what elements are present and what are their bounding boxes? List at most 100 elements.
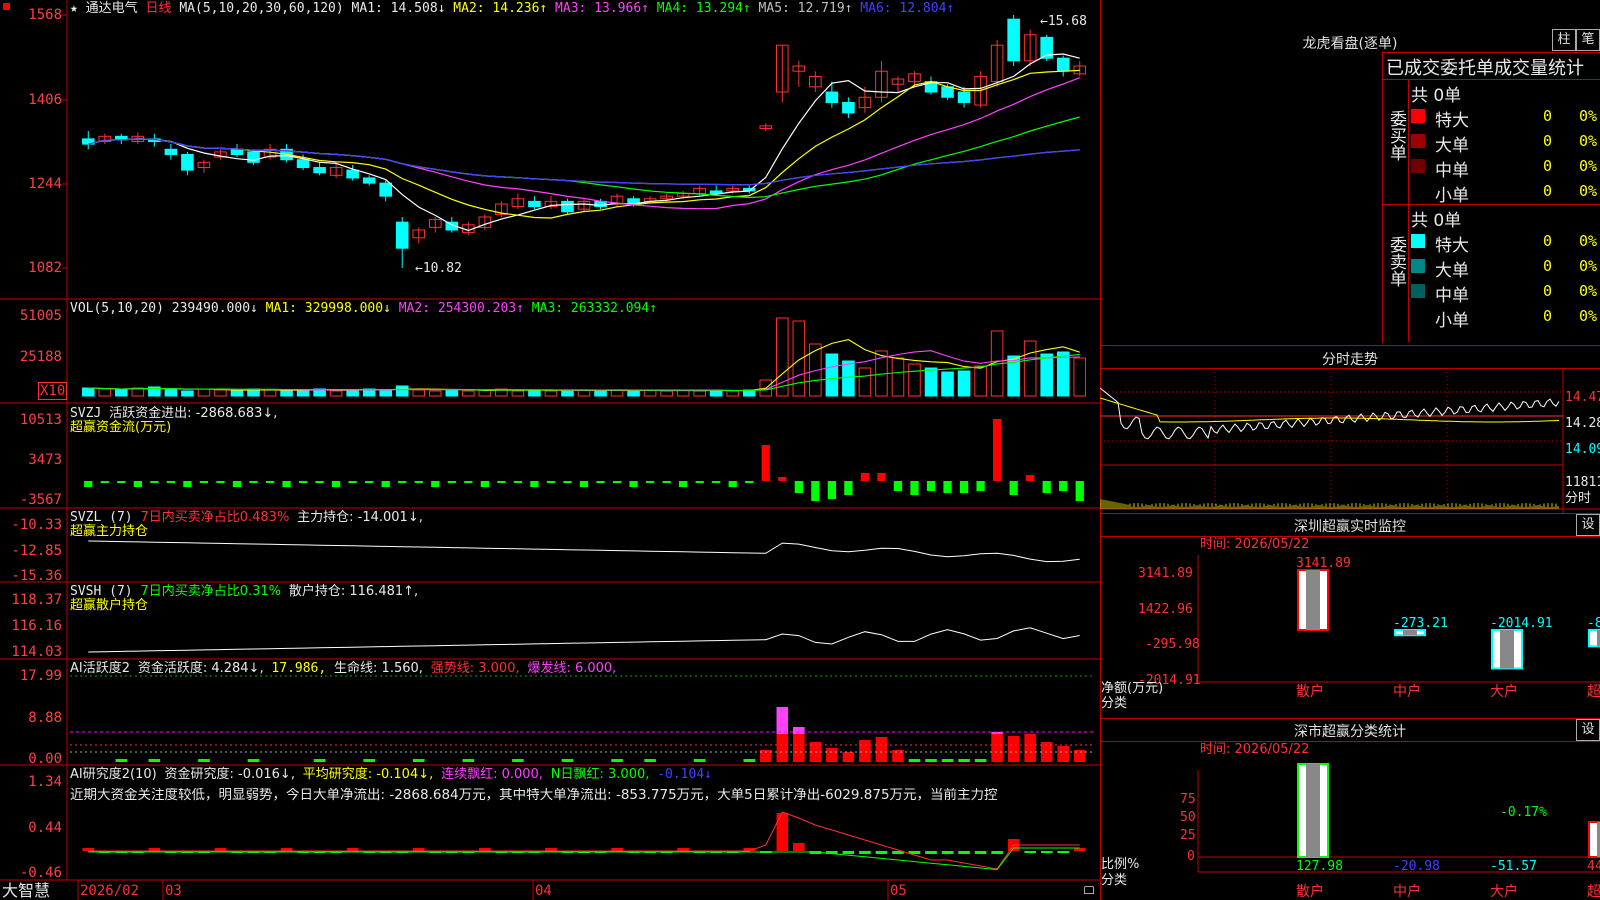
svzj-bar <box>612 481 622 483</box>
ai-green-bar <box>148 759 161 762</box>
volume-bar <box>81 387 95 397</box>
color-swatch <box>1411 284 1425 298</box>
ai-red-bar <box>892 750 904 762</box>
row-value: 0 <box>1543 307 1553 325</box>
sz-axis-3: -295.98 <box>1145 637 1200 652</box>
svzj-bar <box>877 473 886 481</box>
intraday-axis-5: 分时 <box>1565 491 1592 506</box>
research-cont-red: 连续飘红: 0.000, <box>441 767 543 782</box>
svsh-value: 散户持仓: 116.481↑, <box>288 584 419 599</box>
lock-icon[interactable] <box>1084 886 1094 894</box>
ma1-value: MA1: 14.508↓ <box>351 1 446 16</box>
row-percent: 0% <box>1579 282 1598 300</box>
vol-ma2: MA2: 254300.203↑ <box>398 301 524 316</box>
sell-row: 中单 0 0% <box>1411 281 1600 306</box>
ma3-value: MA3: 13.966↑ <box>555 1 649 16</box>
svzj-bar <box>298 481 308 483</box>
volume-bar <box>726 390 740 397</box>
research-bar <box>941 851 954 854</box>
sz-monitor-cat: 中户 <box>1393 683 1421 700</box>
ai-header: AI活跃度2 资金活跃度: 4.284↓, 17.986, 生命线: 1.560… <box>70 662 616 676</box>
price-axis-2: 1406 <box>28 92 62 108</box>
bar-view-button[interactable]: 柱 <box>1552 29 1576 51</box>
research-line <box>88 811 1080 870</box>
svzj-bar <box>827 481 836 499</box>
volume-bar <box>957 370 971 397</box>
row-percent: 0% <box>1579 257 1598 275</box>
research-n-red: N日飘红: 3.000, <box>550 767 650 782</box>
svzj-bar <box>282 481 291 487</box>
svsh-axis-2: 116.16 <box>11 618 62 634</box>
ai-value-b: 17.986, <box>271 661 327 676</box>
tick-view-button[interactable]: 笔 <box>1576 29 1600 51</box>
ai-red-bar <box>1007 736 1020 762</box>
volume-bar <box>214 389 227 397</box>
row-percent: 0% <box>1579 307 1598 325</box>
svzj-bar <box>100 481 109 483</box>
intraday-avg-line <box>1100 397 1560 423</box>
research-bar <box>859 851 871 854</box>
svzl-ratio: 7日内买卖净占比0.483% <box>140 510 290 525</box>
vol-scale-badge[interactable]: X10 <box>38 382 68 400</box>
ai-green-bar <box>644 759 656 762</box>
volume-bar <box>395 385 409 397</box>
candle-body <box>115 135 128 140</box>
stock-name: 通达电气 <box>85 1 138 16</box>
svzj-bar <box>893 481 903 491</box>
volume-bar <box>263 389 277 397</box>
intraday-axis-3: 14.09 <box>1565 442 1600 457</box>
volume-bar <box>412 389 426 397</box>
sz-category-bar: 44.57 超大 <box>1587 821 1600 900</box>
sell-row: 大单 0 0% <box>1411 256 1600 281</box>
volume-bar <box>280 390 293 397</box>
candle-body <box>842 101 855 114</box>
svzl-axis-3: -15.36 <box>11 568 62 584</box>
date-axis-1: 2026/02 <box>80 883 140 899</box>
ai-axis-1: 17.99 <box>19 668 62 684</box>
volume-bar <box>594 390 607 397</box>
row-name: 小单 <box>1435 186 1469 206</box>
ai-red-bar <box>826 748 838 762</box>
svzj-bar <box>1075 481 1084 501</box>
candle-body <box>181 154 194 171</box>
row-value: 0 <box>1543 282 1553 300</box>
svzj-bar <box>943 481 952 493</box>
svzj-bar <box>761 445 770 481</box>
candle-body <box>395 221 409 249</box>
research-bar <box>1057 851 1069 853</box>
svzj-bar <box>579 481 589 487</box>
sz-monitor-bar: -273.21 中户 <box>1393 616 1448 700</box>
star-icon[interactable]: ★ <box>70 1 78 16</box>
candle-body <box>379 182 392 197</box>
row-percent: 0% <box>1579 232 1598 250</box>
main-chart-svg[interactable] <box>0 0 1100 900</box>
sz-monitor-settings-button[interactable]: 设 <box>1576 514 1600 536</box>
price-high-annotation: ←15.68 <box>1040 14 1087 29</box>
volume-bar <box>792 320 806 397</box>
candle-body <box>941 86 954 98</box>
svzj-bar <box>265 481 275 483</box>
sz-monitor-bar: -853.77 超大 <box>1587 616 1600 700</box>
row-value: 0 <box>1543 157 1553 175</box>
sz-monitor-title: 深圳超赢实时监控 <box>1294 519 1406 535</box>
candle-body <box>825 91 839 103</box>
svzl-sub: 超赢主力持仓 <box>70 524 149 539</box>
candle-body <box>230 148 244 156</box>
volume-bar <box>908 363 921 397</box>
intraday-chart[interactable] <box>1100 368 1600 513</box>
ai-green-bar <box>941 759 954 762</box>
sz-category-cat: 散户 <box>1296 883 1324 900</box>
period-label[interactable]: 日线 <box>146 1 172 16</box>
vol-ma1: MA1: 329998.000↓ <box>265 301 391 316</box>
svzj-bar <box>910 481 919 495</box>
vol-value: 239490.000↓ <box>171 301 258 316</box>
candle-body <box>561 200 574 213</box>
svzj-bar <box>431 481 440 487</box>
svzj-bar <box>84 481 93 487</box>
sz-category-bar: 127.98 散户 <box>1296 763 1343 900</box>
ai-green-bar <box>462 759 475 762</box>
row-value: 0 <box>1543 257 1553 275</box>
svzj-label: SVZJ <box>70 406 102 421</box>
sz-category-settings-button[interactable]: 设 <box>1576 719 1600 741</box>
svzj-sub: 超赢资金流(万元) <box>70 420 172 435</box>
